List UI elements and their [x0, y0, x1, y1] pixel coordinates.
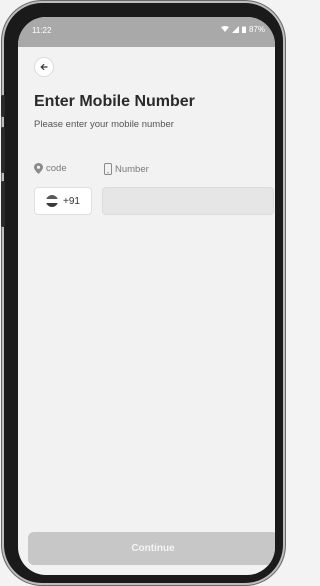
back-button[interactable]: [34, 57, 54, 77]
phone-icon: [104, 163, 112, 175]
battery-icon: [241, 26, 246, 33]
status-bar: 11:22 87%: [18, 17, 275, 47]
page-title: Enter Mobile Number: [34, 93, 195, 110]
signal-icon: [231, 26, 239, 33]
status-time: 11:22: [32, 26, 52, 35]
wifi-icon: [220, 26, 229, 32]
page-subtitle: Please enter your mobile number: [34, 119, 174, 130]
back-arrow-icon: [40, 63, 48, 71]
country-code-select[interactable]: +91: [34, 187, 92, 215]
number-label: Number: [104, 163, 149, 175]
continue-button[interactable]: Continue: [28, 532, 275, 565]
number-label-text: Number: [115, 163, 149, 175]
phone-frame: 11:22 87% Enter Mobile Number Please ent…: [1, 3, 283, 583]
side-button: [1, 181, 5, 227]
location-pin-icon: [34, 163, 43, 174]
app-screen: 11:22 87% Enter Mobile Number Please ent…: [18, 17, 275, 575]
side-button: [1, 95, 5, 117]
country-code-value: +91: [63, 195, 80, 207]
mobile-number-input[interactable]: [102, 187, 274, 215]
battery-percent: 87%: [248, 25, 265, 34]
code-label-text: code: [46, 163, 67, 174]
flag-icon: [46, 195, 59, 207]
status-icons: 87%: [220, 25, 265, 34]
side-button: [1, 127, 5, 173]
code-label: code: [34, 163, 67, 174]
